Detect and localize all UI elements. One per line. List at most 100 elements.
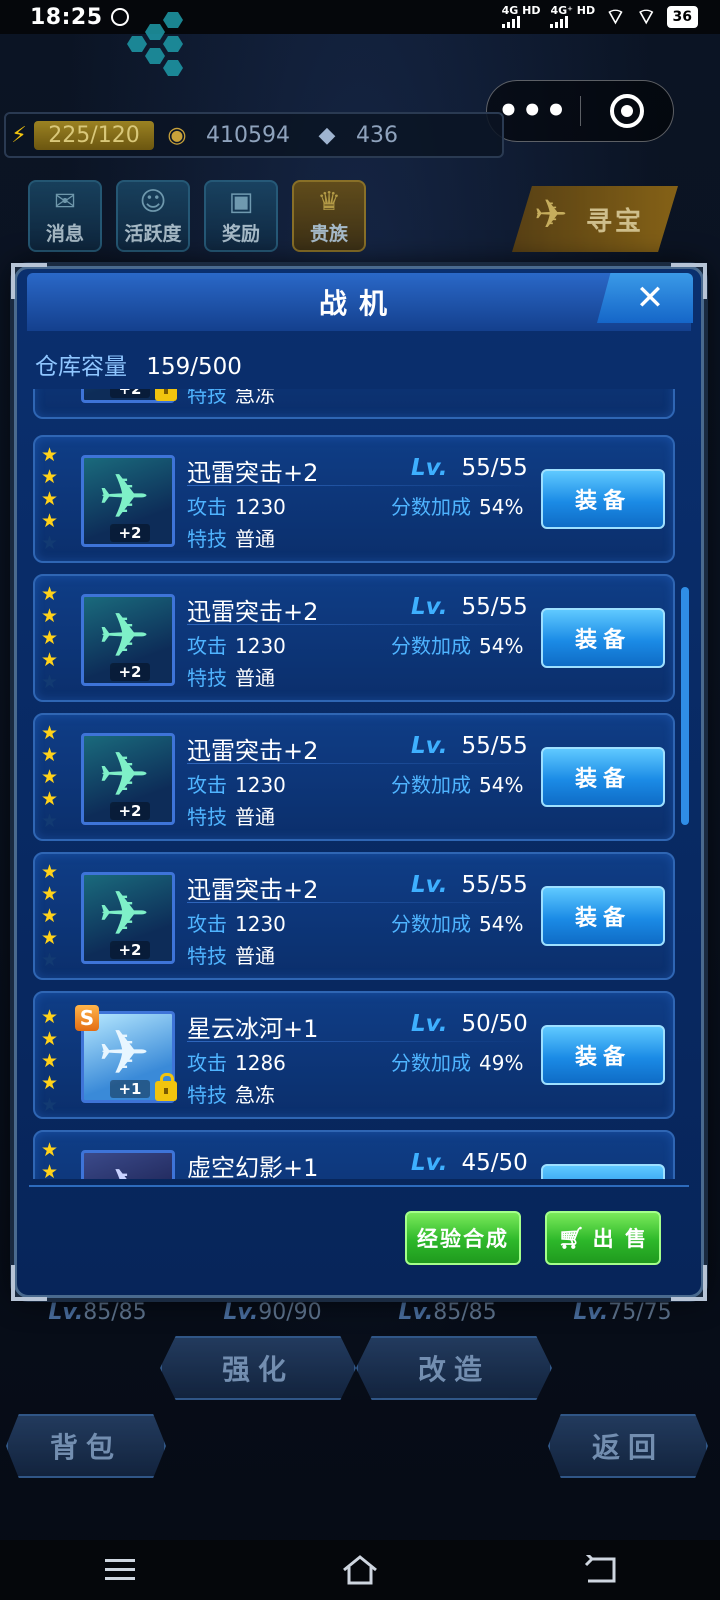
- lock-icon: [155, 389, 177, 401]
- signal-1: 4G HD: [501, 4, 541, 28]
- attack-value: 1230: [235, 495, 286, 519]
- fighter-level: 55/55: [461, 733, 528, 759]
- attack-value: 1286: [235, 1051, 286, 1075]
- skill-label: 特技: [187, 527, 227, 551]
- fighter-card[interactable]: ★ ★ ★ ★ ★ ✈ +2 迅雷突击+2 Lv. 55/55 攻击 1230 分数加成 54% …: [33, 435, 675, 563]
- warehouse-capacity: 仓库容量 159/500: [35, 347, 242, 381]
- network-label-2: 4G⁺ HD: [550, 4, 596, 17]
- menu-icon[interactable]: [90, 1550, 150, 1590]
- scrollbar[interactable]: [681, 587, 689, 825]
- signal-bars-icon: [550, 16, 569, 28]
- exp-merge-button[interactable]: 经验合成: [405, 1211, 521, 1265]
- back-button[interactable]: 返回: [548, 1414, 708, 1478]
- fighter-thumbnail: ✈: [81, 1150, 175, 1179]
- modify-button[interactable]: 改造: [356, 1336, 552, 1400]
- equip-button[interactable]: 装备: [541, 886, 665, 946]
- fighter-thumbnail: ✈ +2: [81, 872, 175, 964]
- gold-resource[interactable]: ◉ 410594: [162, 120, 304, 150]
- strengthen-button[interactable]: 强化: [160, 1336, 356, 1400]
- fighter-name: 星云冰河+1: [187, 1015, 319, 1043]
- jet-icon: ✈: [98, 460, 150, 533]
- signal-bars-icon: [501, 16, 520, 28]
- fighter-name: 虚空幻影+1: [187, 1154, 319, 1179]
- equip-button[interactable]: 装备: [541, 1025, 665, 1085]
- lv-label: Lv.: [411, 872, 448, 898]
- fighter-list[interactable]: +2 特技 急冻 ★ ★ ★ ★ ★ ✈ +2 迅雷突击+2 Lv. 55/55 攻击 1230…: [31, 389, 695, 1179]
- equip-button[interactable]: [541, 1164, 665, 1179]
- fighter-card[interactable]: +2 特技 急冻: [33, 389, 675, 419]
- attack-label: 攻击: [187, 773, 227, 797]
- attack-value: 1230: [235, 634, 286, 658]
- jet-icon: ✈: [98, 738, 150, 811]
- star-rating: ★ ★ ★ ★ ★: [41, 861, 59, 971]
- jet-icon: ✈: [98, 1161, 150, 1180]
- fighter-thumbnail: ✈ +2: [81, 594, 175, 686]
- diamond-value: 436: [355, 122, 398, 148]
- attack-label: 攻击: [187, 1051, 227, 1075]
- jet-icon: ✈: [534, 192, 571, 238]
- message-label: 消息: [45, 223, 84, 245]
- message-button[interactable]: ✉ 消息: [28, 180, 102, 252]
- sell-button[interactable]: 🛒︎ 出 售: [545, 1211, 661, 1265]
- bonus-value: 54%: [479, 634, 524, 658]
- treasure-label: 寻宝: [585, 206, 644, 237]
- jet-icon: ✈: [98, 599, 150, 672]
- diamond-icon: ◆: [318, 122, 336, 148]
- reward-button[interactable]: ▣ 奖励: [204, 180, 278, 252]
- bonus-label: 分数加成: [391, 912, 471, 936]
- activity-label: 活跃度: [124, 223, 182, 245]
- signal-2: 4G⁺ HD: [550, 4, 596, 28]
- fighter-thumbnail: ✈ +2: [81, 733, 175, 825]
- back-nav-icon[interactable]: [570, 1550, 630, 1590]
- bonus-value: 54%: [479, 912, 524, 936]
- equip-button[interactable]: 装备: [541, 608, 665, 668]
- diamond-resource[interactable]: ◆ 436: [312, 120, 412, 150]
- fighter-level: 45/50: [461, 1150, 528, 1176]
- home-icon[interactable]: [330, 1550, 390, 1590]
- fighter-level: 55/55: [461, 594, 528, 620]
- close-miniprogram-button[interactable]: [581, 94, 674, 128]
- treasure-button[interactable]: ✈ 寻宝: [512, 186, 678, 252]
- close-icon: ✕: [635, 278, 665, 318]
- energy-resource[interactable]: ⚡ 225/120: [4, 120, 154, 150]
- status-bar: 18:25 4G HD 4G⁺ HD ⌔ ⌔ 36: [0, 0, 720, 34]
- fighter-level: 55/55: [461, 455, 528, 481]
- skill-value: 急冻: [235, 1083, 275, 1107]
- attack-label: 攻击: [187, 912, 227, 936]
- equip-button[interactable]: 装备: [541, 469, 665, 529]
- top-menu: ✉ 消息 ☺ 活跃度 ▣ 奖励 ♛ 贵族: [28, 180, 366, 252]
- fighter-card[interactable]: ★ ★ ★ ★ ★ S ✈ +1 星云冰河+1 Lv. 50/50 攻击 1286 分数加成 49…: [33, 991, 675, 1119]
- lock-icon: [155, 1073, 177, 1101]
- skill-value: 普通: [235, 944, 275, 968]
- game-screen: 18:25 4G HD 4G⁺ HD ⌔ ⌔ 36 ••• ⚡ 225/120 …: [0, 0, 720, 1600]
- gold-value: 410594: [206, 122, 290, 148]
- lv-label: Lv.: [411, 1011, 448, 1037]
- gift-icon: ▣: [228, 187, 254, 217]
- fighter-name: 迅雷突击+2: [187, 876, 319, 904]
- skill-value: 普通: [235, 805, 275, 829]
- network-label-1: 4G HD: [501, 4, 541, 17]
- modal-footer: 经验合成 🛒︎ 出 售: [29, 1185, 689, 1277]
- noble-button[interactable]: ♛ 贵族: [292, 180, 366, 252]
- level-text: Lv.85/85: [48, 1300, 147, 1325]
- bag-button[interactable]: 背包: [6, 1414, 166, 1478]
- fighter-level: 55/55: [461, 872, 528, 898]
- skill-value: 急冻: [235, 389, 275, 407]
- close-modal-button[interactable]: ✕: [597, 273, 693, 323]
- activity-button[interactable]: ☺ 活跃度: [116, 180, 190, 252]
- star-rating: ★ ★ ★ ★ ★: [41, 722, 59, 832]
- bonus-value: 49%: [479, 1051, 524, 1075]
- equip-button[interactable]: 装备: [541, 747, 665, 807]
- cart-icon: 🛒︎: [558, 1225, 587, 1250]
- bonus-label: 分数加成: [391, 634, 471, 658]
- fighter-card[interactable]: ★★ ✈ 虚空幻影+1 Lv. 45/50: [33, 1130, 675, 1179]
- fighter-card[interactable]: ★ ★ ★ ★ ★ ✈ +2 迅雷突击+2 Lv. 55/55 攻击 1230 分数加成 54% …: [33, 713, 675, 841]
- capacity-value: 159/500: [146, 354, 242, 380]
- fighter-card[interactable]: ★ ★ ★ ★ ★ ✈ +2 迅雷突击+2 Lv. 55/55 攻击 1230 分数加成 54% …: [33, 574, 675, 702]
- smiley-icon: ☺: [139, 187, 167, 217]
- fighter-name: 迅雷突击+2: [187, 459, 319, 487]
- skill-label: 特技: [187, 1083, 227, 1107]
- fighter-card[interactable]: ★ ★ ★ ★ ★ ✈ +2 迅雷突击+2 Lv. 55/55 攻击 1230 分数加成 54% …: [33, 852, 675, 980]
- fighter-thumbnail: ✈ +2: [81, 455, 175, 547]
- system-nav-bar: [0, 1540, 720, 1600]
